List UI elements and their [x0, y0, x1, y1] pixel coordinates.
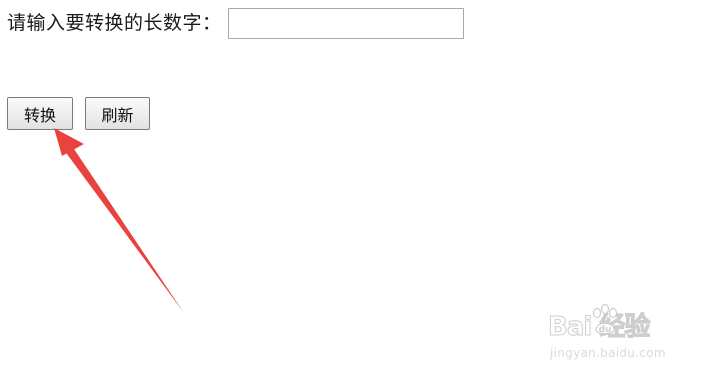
- arrow-head: [54, 128, 84, 156]
- paw-icon: du: [592, 304, 618, 335]
- svg-text:du: du: [599, 325, 612, 335]
- arrow-shaft: [64, 146, 184, 313]
- watermark-url: jingyan.baidu.com: [550, 346, 666, 360]
- baidu-jingyan-watermark: Bai 经验 du jingyan.baidu.com: [547, 300, 708, 370]
- page: 请输入要转换的长数字： 转换 刷新 Bai 经验 du jingyan.baid…: [0, 0, 714, 381]
